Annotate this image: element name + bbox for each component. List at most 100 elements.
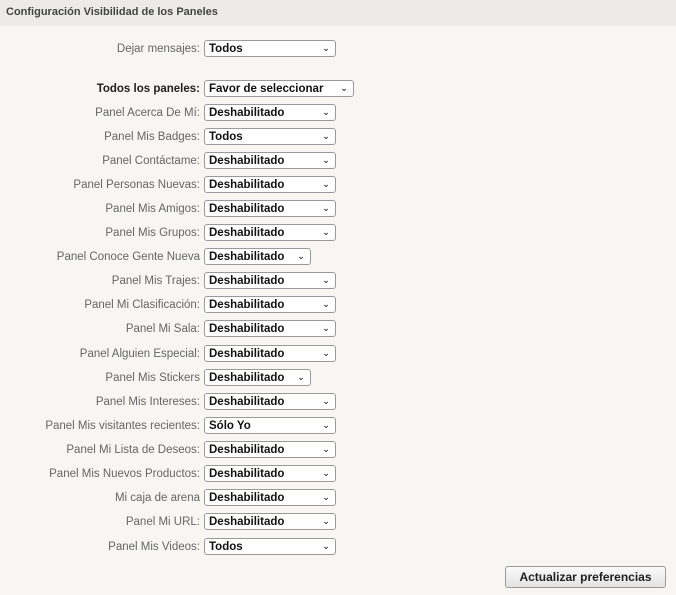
panel-row-conoce-gente-nueva: Panel Conoce Gente Nueva Deshabilitado ⌄ [0,246,311,267]
panel-select-value: Deshabilitado [209,202,285,215]
panel-select-value: Todos [209,130,243,143]
panel-select-value: Sólo Yo [209,419,251,432]
panel-label: Panel Personas Nuevas: [73,178,200,191]
panel-select-alguien-especial[interactable]: Deshabilitado ⌄ [204,345,336,362]
all-panels-row: Todos los paneles: Favor de seleccionar … [0,78,354,99]
panel-label: Panel Alguien Especial: [79,347,200,360]
panel-select-nuevos-productos[interactable]: Deshabilitado ⌄ [204,465,336,482]
chevron-down-icon: ⌄ [322,203,330,213]
chevron-down-icon: ⌄ [322,275,330,285]
panel-row-personas-nuevas: Panel Personas Nuevas: Deshabilitado ⌄ [0,174,336,195]
panel-label: Panel Mi Clasificación: [84,298,200,311]
chevron-down-icon: ⌄ [322,468,330,478]
panel-label: Panel Acerca De Mí: [95,106,200,119]
panel-row-mis-videos: Panel Mis Videos: Todos ⌄ [0,536,336,557]
panel-select-mi-clasificacion[interactable]: Deshabilitado ⌄ [204,296,336,313]
panel-label: Panel Mis Grupos: [105,226,200,239]
all-panels-select[interactable]: Favor de seleccionar ⌄ [204,80,354,97]
chevron-down-icon: ⌄ [340,83,348,93]
panel-select-mi-sala[interactable]: Deshabilitado ⌄ [204,320,336,337]
panel-row-lista-de-deseos: Panel Mi Lista de Deseos: Deshabilitado … [0,439,336,460]
panel-row-visitantes-recientes: Panel Mis visitantes recientes: Sólo Yo … [0,415,336,436]
update-preferences-button[interactable]: Actualizar preferencias [505,566,666,588]
chevron-down-icon: ⌄ [297,251,305,261]
panel-select-value: Deshabilitado [209,178,285,191]
section-title: Configuración Visibilidad de los Paneles [0,0,676,26]
panel-label: Panel Mis Stickers [105,371,200,384]
panel-select-mis-grupos[interactable]: Deshabilitado ⌄ [204,224,336,241]
chevron-down-icon: ⌄ [322,348,330,358]
chevron-down-icon: ⌄ [322,131,330,141]
chevron-down-icon: ⌄ [322,179,330,189]
chevron-down-icon: ⌄ [322,420,330,430]
panel-label: Panel Mis Amigos: [105,202,200,215]
panel-row-alguien-especial: Panel Alguien Especial: Deshabilitado ⌄ [0,343,336,364]
messages-select[interactable]: Todos ⌄ [204,40,336,57]
panel-select-lista-de-deseos[interactable]: Deshabilitado ⌄ [204,441,336,458]
panel-select-value: Deshabilitado [209,154,285,167]
panel-select-mis-badges[interactable]: Todos ⌄ [204,128,336,145]
chevron-down-icon: ⌄ [322,516,330,526]
panel-select-value: Deshabilitado [209,106,285,119]
panel-select-value: Deshabilitado [209,298,285,311]
panel-label: Panel Mi Lista de Deseos: [66,443,200,456]
panel-row-mis-grupos: Panel Mis Grupos: Deshabilitado ⌄ [0,222,336,243]
chevron-down-icon: ⌄ [322,541,330,551]
panel-select-visitantes-recientes[interactable]: Sólo Yo ⌄ [204,417,336,434]
panel-select-conoce-gente-nueva[interactable]: Deshabilitado ⌄ [204,248,311,265]
panel-row-mi-clasificacion: Panel Mi Clasificación: Deshabilitado ⌄ [0,294,336,315]
chevron-down-icon: ⌄ [322,323,330,333]
panel-select-value: Deshabilitado [209,395,285,408]
panel-select-mis-amigos[interactable]: Deshabilitado ⌄ [204,200,336,217]
all-panels-label: Todos los paneles: [96,82,200,95]
messages-select-value: Todos [209,42,243,55]
panel-row-mi-sala: Panel Mi Sala: Deshabilitado ⌄ [0,318,336,339]
panel-select-value: Deshabilitado [209,467,285,480]
panel-select-value: Deshabilitado [209,274,285,287]
panel-select-value: Todos [209,540,243,553]
chevron-down-icon: ⌄ [322,492,330,502]
panel-row-nuevos-productos: Panel Mis Nuevos Productos: Deshabilitad… [0,463,336,484]
panel-label: Panel Contáctame: [102,154,200,167]
panel-select-personas-nuevas[interactable]: Deshabilitado ⌄ [204,176,336,193]
panel-select-value: Deshabilitado [209,515,285,528]
panel-select-mis-intereses[interactable]: Deshabilitado ⌄ [204,393,336,410]
panel-select-mis-stickers[interactable]: Deshabilitado ⌄ [204,369,311,386]
panel-select-mis-trajes[interactable]: Deshabilitado ⌄ [204,272,336,289]
panel-label: Panel Mis Nuevos Productos: [49,467,200,480]
chevron-down-icon: ⌄ [322,444,330,454]
panel-select-value: Deshabilitado [209,322,285,335]
panel-label: Panel Mis Intereses: [95,395,200,408]
panel-label: Panel Mis Badges: [104,130,200,143]
panel-select-caja-de-arena[interactable]: Deshabilitado ⌄ [204,489,336,506]
panel-label: Panel Conoce Gente Nueva [56,250,200,263]
panel-select-acerca-de-mi[interactable]: Deshabilitado ⌄ [204,104,336,121]
chevron-down-icon: ⌄ [322,43,330,53]
panel-select-mi-url[interactable]: Deshabilitado ⌄ [204,513,336,530]
all-panels-select-value: Favor de seleccionar [209,82,324,95]
panel-visibility-settings: Configuración Visibilidad de los Paneles… [0,0,676,595]
panel-select-contactame[interactable]: Deshabilitado ⌄ [204,152,336,169]
panel-select-value: Deshabilitado [209,371,285,384]
panel-row-contactame: Panel Contáctame: Deshabilitado ⌄ [0,150,336,171]
panel-select-mis-videos[interactable]: Todos ⌄ [204,538,336,555]
panel-select-value: Deshabilitado [209,347,285,360]
chevron-down-icon: ⌄ [322,396,330,406]
panel-row-acerca-de-mi: Panel Acerca De Mí: Deshabilitado ⌄ [0,102,336,123]
panel-label: Panel Mis Trajes: [111,274,200,287]
panel-row-mis-badges: Panel Mis Badges: Todos ⌄ [0,126,336,147]
panel-row-mi-url: Panel Mi URL: Deshabilitado ⌄ [0,511,336,532]
panel-row-mis-stickers: Panel Mis Stickers Deshabilitado ⌄ [0,367,311,388]
panel-row-mis-intereses: Panel Mis Intereses: Deshabilitado ⌄ [0,391,336,412]
panel-label: Panel Mis Videos: [108,540,200,553]
chevron-down-icon: ⌄ [322,107,330,117]
chevron-down-icon: ⌄ [322,227,330,237]
messages-label: Dejar mensajes: [116,42,200,55]
panel-row-mis-amigos: Panel Mis Amigos: Deshabilitado ⌄ [0,198,336,219]
messages-row: Dejar mensajes: Todos ⌄ [0,38,336,59]
panel-row-caja-de-arena: Mi caja de arena Deshabilitado ⌄ [0,487,336,508]
panel-select-value: Deshabilitado [209,491,285,504]
panel-select-value: Deshabilitado [209,443,285,456]
panel-select-value: Deshabilitado [209,250,285,263]
panel-label: Mi caja de arena [114,491,200,504]
